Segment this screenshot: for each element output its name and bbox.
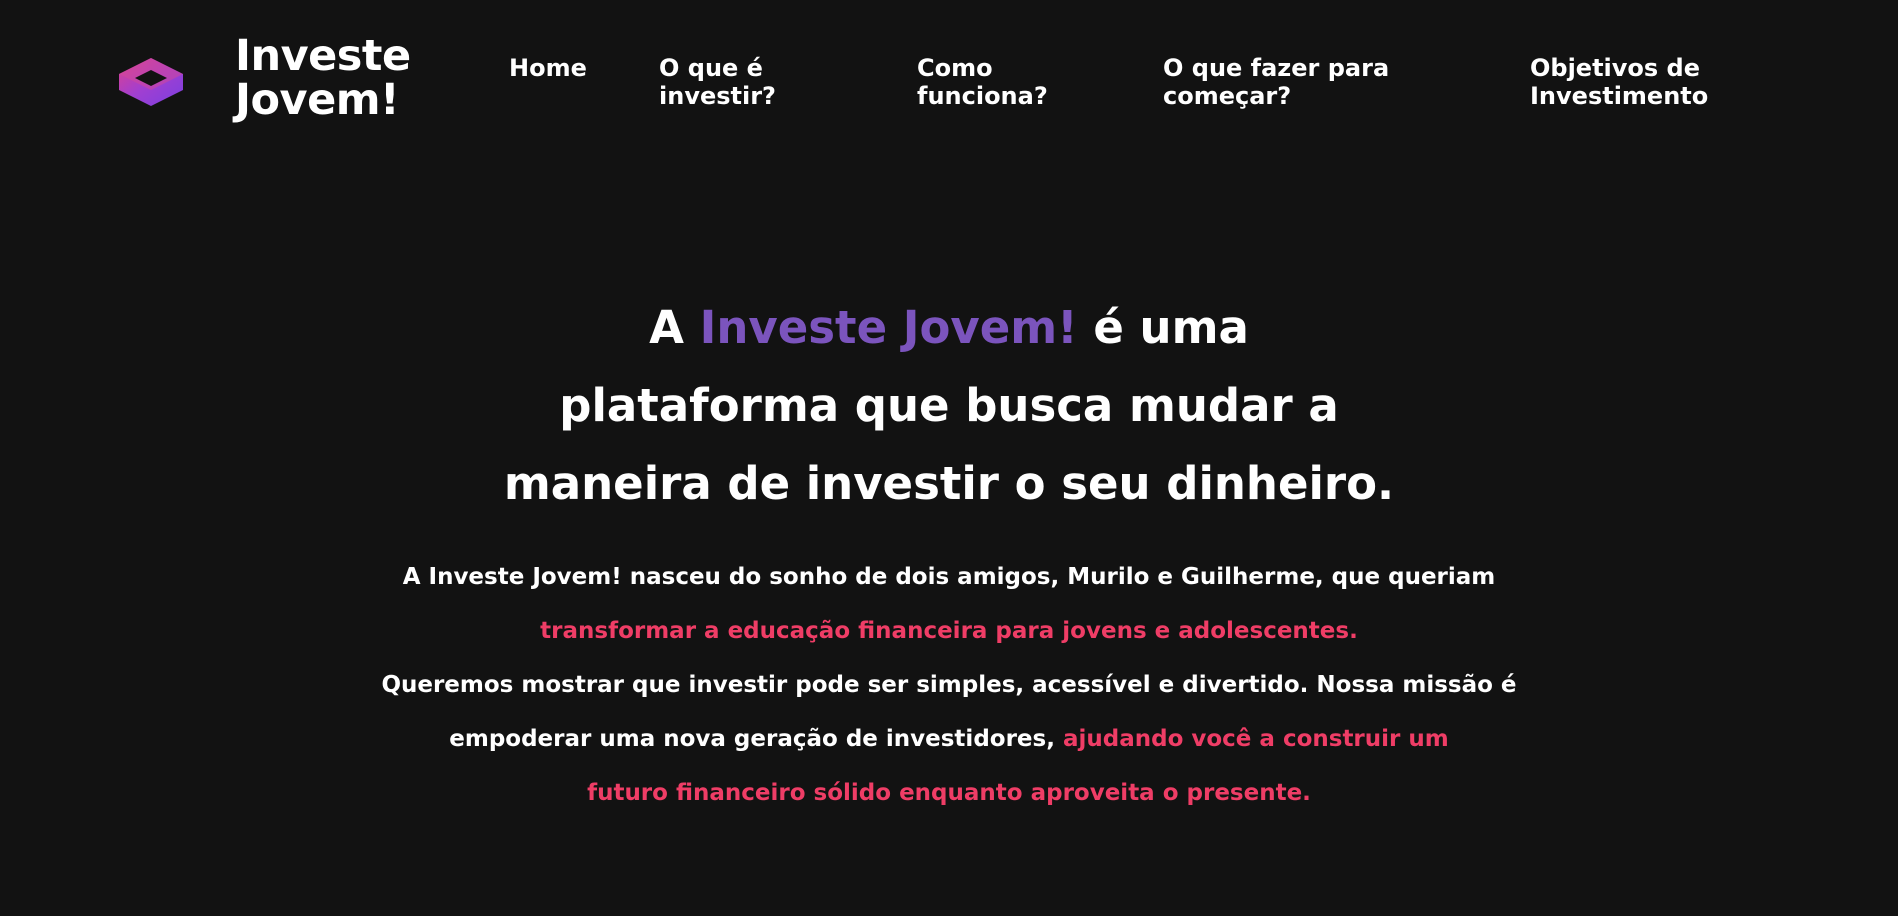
brand-line-1: Investe bbox=[235, 31, 411, 81]
hero-title-brand: Investe Jovem! bbox=[699, 301, 1078, 354]
hero-text-line-1: A Investe Jovem! nasceu do sonho de dois… bbox=[402, 564, 1496, 590]
nav-item-o-que-fazer-para-comecar[interactable]: O que fazer para começar? bbox=[1163, 54, 1389, 110]
hero-text-highlight-3: futuro financeiro sólido enquanto aprove… bbox=[587, 780, 1311, 806]
nav-item-label: O que fazer para bbox=[1163, 54, 1390, 82]
hero-text-highlight-1: transformar a educação financeira para j… bbox=[540, 618, 1358, 644]
hero-title-line-1-rest: é uma bbox=[1077, 301, 1249, 354]
hero-title-prefix: A bbox=[649, 301, 700, 354]
nav-item-label: Como bbox=[917, 54, 993, 82]
nav-item-o-que-e-investir[interactable]: O que é investir? bbox=[659, 54, 776, 110]
brand-name[interactable]: Investe Jovem! bbox=[235, 34, 435, 122]
hero-text-line-3-start: empoderar uma nova geração de investidor… bbox=[449, 726, 1063, 752]
nav-item-home[interactable]: Home bbox=[509, 54, 587, 82]
hero-title-line-3: maneira de investir o seu dinheiro. bbox=[503, 457, 1395, 510]
hero-description: A Investe Jovem! nasceu do sonho de dois… bbox=[0, 550, 1898, 820]
nav-item-label: começar? bbox=[1163, 82, 1292, 110]
nav-item-label: Home bbox=[509, 54, 587, 82]
hero-title: A Investe Jovem! é uma plataforma que bu… bbox=[0, 289, 1898, 523]
hero-title-line-1: A Investe Jovem! é uma bbox=[0, 289, 1898, 367]
nav-item-label: funciona? bbox=[917, 82, 1048, 110]
nav-item-objetivos-de-investimento[interactable]: Objetivos de Investimento bbox=[1530, 54, 1708, 110]
nav-item-label: investir? bbox=[659, 82, 776, 110]
hero-text-line-2: Queremos mostrar que investir pode ser s… bbox=[381, 672, 1517, 698]
logo-icon bbox=[119, 58, 183, 106]
nav-item-como-funciona[interactable]: Como funciona? bbox=[917, 54, 1048, 110]
hero-title-line-2: plataforma que busca mudar a bbox=[559, 379, 1339, 432]
nav-item-label: Objetivos de bbox=[1530, 54, 1701, 82]
hero-text-line-3: empoderar uma nova geração de investidor… bbox=[0, 712, 1898, 766]
brand-line-2: Jovem! bbox=[235, 75, 400, 125]
hero-text-highlight-2: ajudando você a construir um bbox=[1062, 726, 1449, 752]
nav-item-label: O que é bbox=[659, 54, 763, 82]
nav-item-label: Investimento bbox=[1530, 82, 1709, 110]
